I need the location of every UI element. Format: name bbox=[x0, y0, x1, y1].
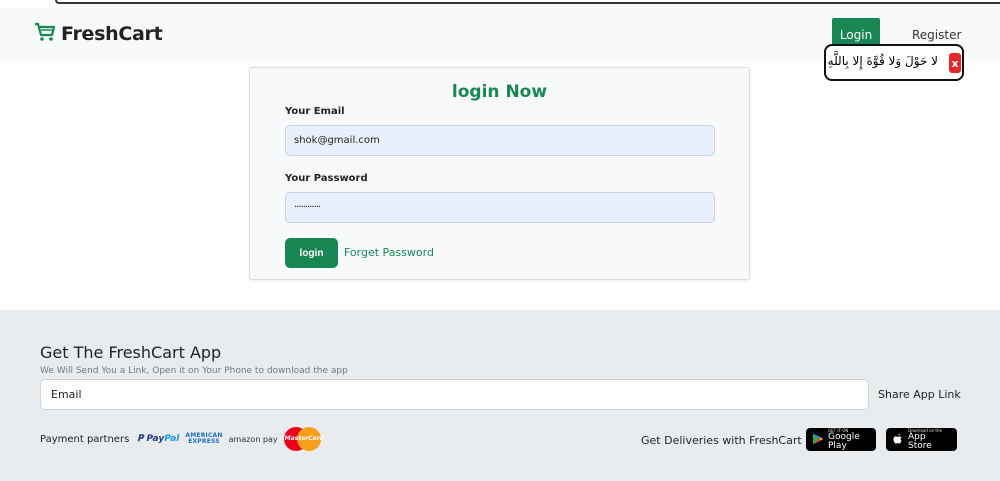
login-title: login Now bbox=[451, 82, 548, 102]
amazon-pay-logo: amazon pay bbox=[228, 434, 278, 444]
deliveries-label: Get Deliveries with FreshCart bbox=[641, 434, 802, 447]
app-store-button[interactable]: Download on the App Store bbox=[886, 428, 957, 451]
share-app-link-button[interactable]: Share App Link bbox=[878, 388, 961, 401]
popup-text: لا حَوْلَ وَلا قُوَّةَ إِلا بِاللَّهِ bbox=[827, 54, 938, 68]
dhikr-popup: لا حَوْلَ وَلا قُوَّةَ إِلا بِاللَّهِ x bbox=[824, 44, 964, 81]
password-label: Your Password bbox=[285, 173, 368, 184]
cart-icon bbox=[34, 22, 56, 46]
password-field[interactable]: ············ bbox=[285, 192, 715, 223]
popup-close-button[interactable]: x bbox=[949, 53, 961, 73]
payment-partners-label: Payment partners bbox=[40, 433, 130, 445]
footer: Get The FreshCart App We Will Send You a… bbox=[0, 310, 1000, 481]
footer-title: Get The FreshCart App bbox=[40, 343, 222, 362]
mastercard-logo: MasterCard bbox=[283, 427, 324, 451]
email-field[interactable]: shok@gmail.com bbox=[285, 125, 715, 156]
forget-password-link[interactable]: Forget Password bbox=[344, 246, 434, 259]
login-card: login Now Your Email shok@gmail.com Your… bbox=[249, 67, 750, 280]
google-play-button[interactable]: GET IT ON Google Play bbox=[806, 428, 876, 451]
email-label: Your Email bbox=[285, 106, 345, 117]
payment-partners: Payment partners 𝐏 PayPal AMERICAN EXPRES… bbox=[40, 427, 324, 451]
apple-icon bbox=[892, 430, 904, 449]
brand-name: FreshCart bbox=[61, 23, 163, 45]
footer-subtitle: We Will Send You a Link, Open it on Your… bbox=[40, 366, 348, 376]
browser-top-edge bbox=[0, 0, 1000, 8]
brand-logo[interactable]: FreshCart bbox=[34, 22, 163, 46]
app-link-email-input[interactable]: Email bbox=[40, 379, 869, 410]
google-play-icon bbox=[812, 430, 824, 449]
paypal-logo: 𝐏 PayPal bbox=[137, 434, 180, 444]
address-bar-edge bbox=[55, 0, 1000, 4]
amex-logo: AMERICAN EXPRESS bbox=[185, 432, 223, 445]
login-submit-button[interactable]: login bbox=[285, 238, 338, 268]
